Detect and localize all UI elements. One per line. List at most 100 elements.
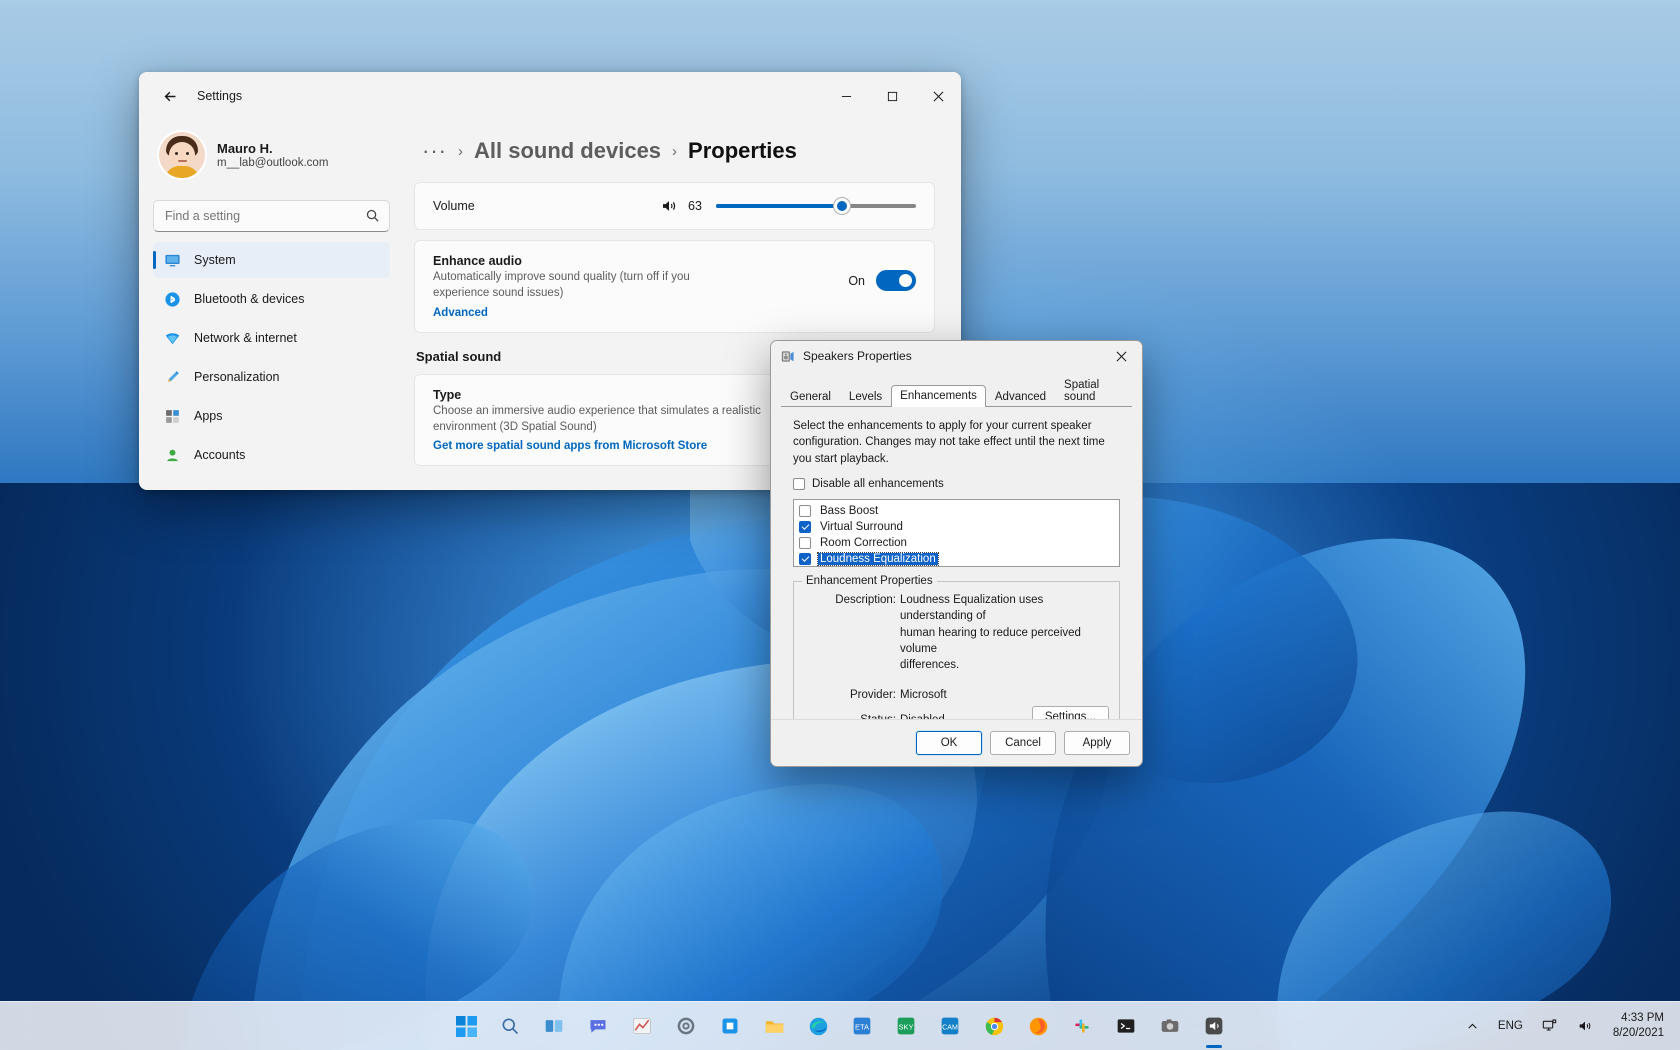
breadcrumb-overflow[interactable]: ···: [422, 138, 447, 164]
disable-all-enhancements-row[interactable]: Disable all enhancements: [793, 477, 1120, 490]
taskbar: ETA SKY CAM ENG 4:33 PM 8/20/2021: [0, 1001, 1680, 1050]
enhancement-properties-group: Enhancement Properties Description: Loud…: [793, 574, 1120, 742]
disable-all-enhancements-checkbox[interactable]: [793, 477, 805, 490]
volume-icon: [1579, 1021, 1591, 1031]
list-item[interactable]: Bass Boost: [797, 503, 1116, 519]
task-view-icon[interactable]: [536, 1008, 572, 1044]
file-explorer-icon[interactable]: [756, 1008, 792, 1044]
maximize-button[interactable]: [869, 72, 915, 120]
network-icon: [1542, 1019, 1557, 1031]
camera-icon[interactable]: [1152, 1008, 1188, 1044]
sidebar-item-accounts[interactable]: Accounts: [153, 437, 390, 473]
list-item[interactable]: Virtual Surround: [797, 519, 1116, 535]
account-tile[interactable]: Mauro H. m__lab@outlook.com: [153, 120, 390, 186]
dialog-footer: OK Cancel Apply: [771, 719, 1142, 766]
tab-advanced[interactable]: Advanced: [986, 386, 1055, 407]
breadcrumb: ··· › All sound devices › Properties: [414, 120, 935, 182]
minimize-button[interactable]: [823, 72, 869, 120]
clock-date: 8/20/2021: [1612, 1027, 1664, 1039]
chevron-up-icon: [1468, 1023, 1477, 1029]
close-button[interactable]: [915, 72, 961, 120]
cancel-button[interactable]: Cancel: [990, 731, 1056, 755]
advanced-link[interactable]: Advanced: [433, 307, 733, 319]
breadcrumb-item-all-sound-devices[interactable]: All sound devices: [474, 138, 661, 164]
room-correction-checkbox[interactable]: [799, 536, 811, 549]
start-icon[interactable]: [448, 1008, 484, 1044]
list-item-label: Bass Boost: [820, 504, 879, 517]
dialog-title: Speakers Properties: [803, 349, 912, 363]
description-value: Loudness Equalization uses understanding…: [900, 593, 1044, 623]
speakers-properties-dialog: Speakers Properties General Levels Enhan…: [770, 340, 1143, 767]
apply-button[interactable]: Apply: [1064, 731, 1130, 755]
loudness-equalization-checkbox[interactable]: [799, 552, 811, 565]
svg-text:ETA: ETA: [855, 1022, 869, 1031]
slider-fill: [716, 204, 842, 208]
enhance-audio-card: Enhance audio Automatically improve soun…: [414, 240, 935, 333]
enhance-audio-toggle[interactable]: [876, 270, 916, 291]
list-item-label: Virtual Surround: [820, 520, 903, 533]
nav-list: System Bluetooth & devices Network & int…: [153, 242, 390, 473]
description-value-line2: human hearing to reduce perceived volume: [900, 626, 1081, 655]
window-title: Settings: [197, 89, 243, 103]
minimize-icon: [841, 95, 851, 97]
list-item-label: Room Correction: [820, 536, 907, 549]
language-indicator[interactable]: ENG: [1493, 1016, 1528, 1036]
enhance-audio-subtitle: Automatically improve sound quality (tur…: [433, 271, 690, 299]
ok-button[interactable]: OK: [916, 731, 982, 755]
list-item-label: Loudness Equalization: [817, 551, 939, 566]
terminal-icon[interactable]: [1108, 1008, 1144, 1044]
volume-slider[interactable]: [716, 197, 916, 215]
tab-general[interactable]: General: [781, 386, 840, 407]
tray-overflow-button[interactable]: [1461, 1016, 1484, 1037]
sidebar-item-bluetooth-devices[interactable]: Bluetooth & devices: [153, 281, 390, 317]
speaker-properties-icon: [780, 349, 795, 364]
slack-icon[interactable]: [1064, 1008, 1100, 1044]
eta-app-icon[interactable]: ETA: [844, 1008, 880, 1044]
dialog-close-button[interactable]: [1100, 341, 1142, 371]
paintbrush-icon: [163, 368, 181, 386]
enhance-audio-state: On: [848, 273, 865, 288]
store-icon[interactable]: [712, 1008, 748, 1044]
tab-levels[interactable]: Levels: [840, 386, 891, 407]
sidebar-item-label: Apps: [194, 409, 223, 423]
chat-icon[interactable]: [580, 1008, 616, 1044]
sidebar-item-system[interactable]: System: [153, 242, 390, 278]
sidebar-item-label: System: [194, 253, 236, 267]
sidebar-item-network-internet[interactable]: Network & internet: [153, 320, 390, 356]
volume-label: Volume: [433, 199, 475, 213]
back-arrow-icon: [164, 91, 175, 101]
volume-button[interactable]: [1572, 1014, 1598, 1038]
enhancements-listbox[interactable]: Bass Boost Virtual Surround Room Correct…: [793, 498, 1120, 567]
tab-enhancements[interactable]: Enhancements: [891, 385, 986, 407]
slider-thumb[interactable]: [834, 198, 850, 214]
virtual-surround-checkbox[interactable]: [799, 520, 811, 533]
list-item[interactable]: Room Correction: [797, 535, 1116, 551]
list-item[interactable]: Loudness Equalization: [797, 551, 1116, 567]
cam-app-icon[interactable]: CAM: [932, 1008, 968, 1044]
clock[interactable]: 4:33 PM 8/20/2021: [1607, 1009, 1670, 1043]
search-icon[interactable]: [492, 1008, 528, 1044]
volume-card: Volume 63: [414, 182, 935, 230]
avatar: [159, 132, 205, 178]
dialog-tabs: General Levels Enhancements Advanced Spa…: [781, 373, 1132, 407]
sidebar-item-apps[interactable]: Apps: [153, 398, 390, 434]
settings-sidebar: Mauro H. m__lab@outlook.com System: [139, 120, 404, 490]
sky-app-icon[interactable]: SKY: [888, 1008, 924, 1044]
settings-icon[interactable]: [668, 1008, 704, 1044]
tab-spatial-sound[interactable]: Spatial sound: [1055, 374, 1132, 407]
firefox-icon[interactable]: [1020, 1008, 1056, 1044]
chart-app-icon[interactable]: [624, 1008, 660, 1044]
sidebar-item-personalization[interactable]: Personalization: [153, 359, 390, 395]
settings-titlebar: Settings: [139, 72, 961, 120]
chrome-icon[interactable]: [976, 1008, 1012, 1044]
network-button[interactable]: [1537, 1014, 1563, 1038]
breadcrumb-item-properties: Properties: [688, 138, 797, 163]
bass-boost-checkbox[interactable]: [799, 504, 811, 517]
back-button[interactable]: [147, 80, 193, 112]
breadcrumb-separator: ›: [672, 142, 678, 160]
sound-control-icon[interactable]: [1196, 1008, 1232, 1044]
account-name: Mauro H.: [217, 141, 273, 156]
enhancements-panel: Select the enhancements to apply for you…: [781, 407, 1132, 766]
search-input[interactable]: [153, 200, 390, 232]
edge-icon[interactable]: [800, 1008, 836, 1044]
